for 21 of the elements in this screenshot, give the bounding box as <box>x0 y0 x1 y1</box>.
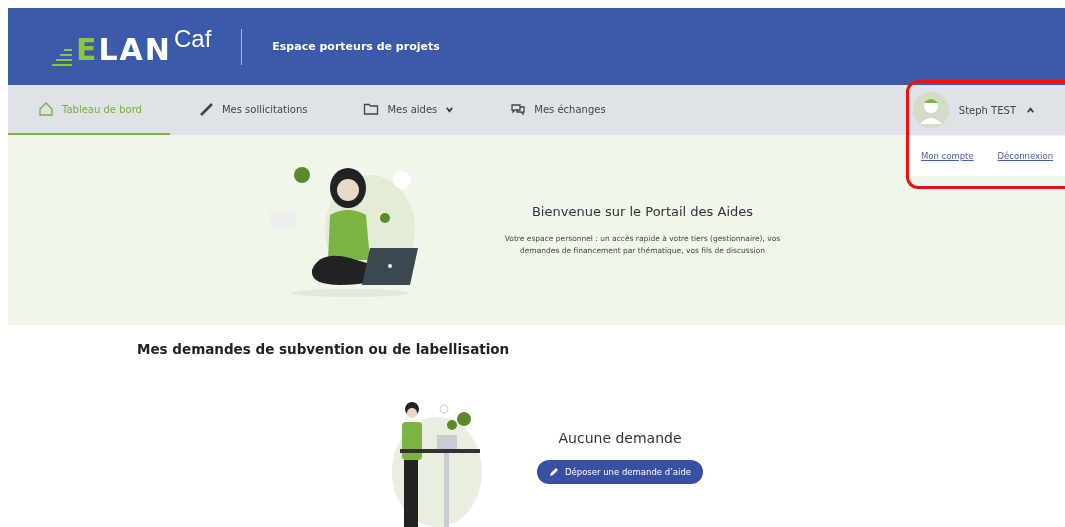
welcome-title: Bienvenue sur le Portail des Aides <box>531 204 754 220</box>
section-heading: Mes demandes de subvention ou de labellisation <box>137 341 511 357</box>
menu-link[interactable]: Déconnexion <box>997 151 1054 161</box>
header-title: Espace porteurs de projets <box>272 40 440 53</box>
logo-suffix: Caf <box>173 24 212 53</box>
chat-icon <box>510 101 527 117</box>
pencil-icon <box>549 467 559 477</box>
nav-tab[interactable]: Mes aides <box>335 85 483 135</box>
logo-letter: E <box>76 31 97 67</box>
home-icon <box>38 101 54 117</box>
avatar-icon <box>912 92 949 128</box>
nav-tab[interactable]: Mes échanges <box>482 85 634 135</box>
submit-request-button[interactable]: Déposer une demande d’aide <box>537 460 704 484</box>
nav-tab[interactable]: Mes sollicitations <box>169 85 336 135</box>
chevron-up-icon <box>1026 105 1035 115</box>
folder-icon <box>363 101 380 117</box>
menu-link[interactable]: Mon compte <box>920 151 974 161</box>
user-menu[interactable]: Steph TEST <box>912 85 1055 135</box>
empty-message: Aucune demande <box>558 430 682 446</box>
chevron-down-icon <box>445 104 455 114</box>
logo-text: LAN <box>98 31 172 67</box>
